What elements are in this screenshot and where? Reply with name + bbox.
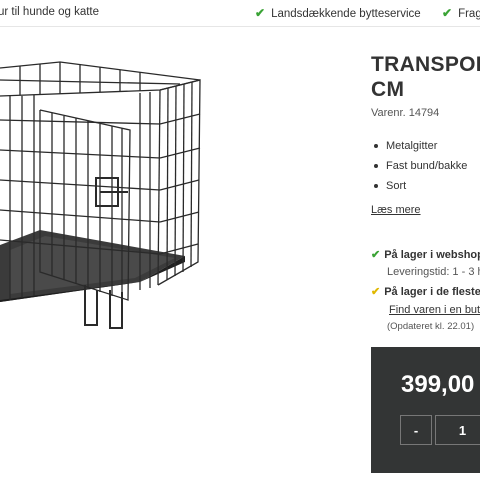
product-sku: Varenr. 14794 bbox=[371, 107, 440, 119]
product-price: 399,00 bbox=[401, 371, 475, 398]
feature-item: Fast bund/bakke bbox=[374, 160, 467, 180]
delivery-time: Leveringstid: 1 - 3 h bbox=[387, 266, 480, 278]
usp-item-pets: ur til hunde og katte bbox=[0, 6, 100, 18]
feature-item: Sort bbox=[374, 180, 467, 200]
check-icon: ✔ bbox=[255, 6, 266, 20]
usp-item-exchange: ✔ Landsdækkende bytteservice bbox=[255, 6, 421, 20]
check-icon: ✔ bbox=[442, 6, 453, 20]
stock-stores: ✔ På lager i de fleste bbox=[371, 286, 480, 298]
product-title: TRANSPORT CM bbox=[371, 53, 480, 101]
product-image[interactable] bbox=[0, 27, 350, 357]
usp-item-shipping: ✔ Frag bbox=[442, 6, 480, 20]
bullet-icon bbox=[374, 184, 378, 189]
find-in-store-link[interactable]: Find varen i en but bbox=[389, 304, 480, 316]
stock-updated-time: (Opdateret kl. 22.01) bbox=[387, 321, 475, 332]
dog-cage-image bbox=[0, 61, 201, 329]
quantity-decrease-button[interactable]: - bbox=[400, 415, 432, 445]
purchase-panel: 399,00 - 1 bbox=[371, 347, 480, 473]
read-more-link[interactable]: Læs mere bbox=[371, 204, 421, 216]
quantity-input[interactable]: 1 bbox=[435, 415, 480, 445]
check-icon: ✔ bbox=[371, 249, 381, 261]
bullet-icon bbox=[374, 144, 378, 149]
feature-item: Metalgitter bbox=[374, 140, 467, 160]
check-icon: ✔ bbox=[371, 286, 381, 298]
feature-list: Metalgitter Fast bund/bakke Sort bbox=[374, 140, 467, 200]
bullet-icon bbox=[374, 164, 378, 169]
stock-webshop: ✔ På lager i webshop bbox=[371, 249, 480, 261]
usp-bar: ur til hunde og katte ✔ Landsdækkende byt… bbox=[0, 0, 480, 27]
